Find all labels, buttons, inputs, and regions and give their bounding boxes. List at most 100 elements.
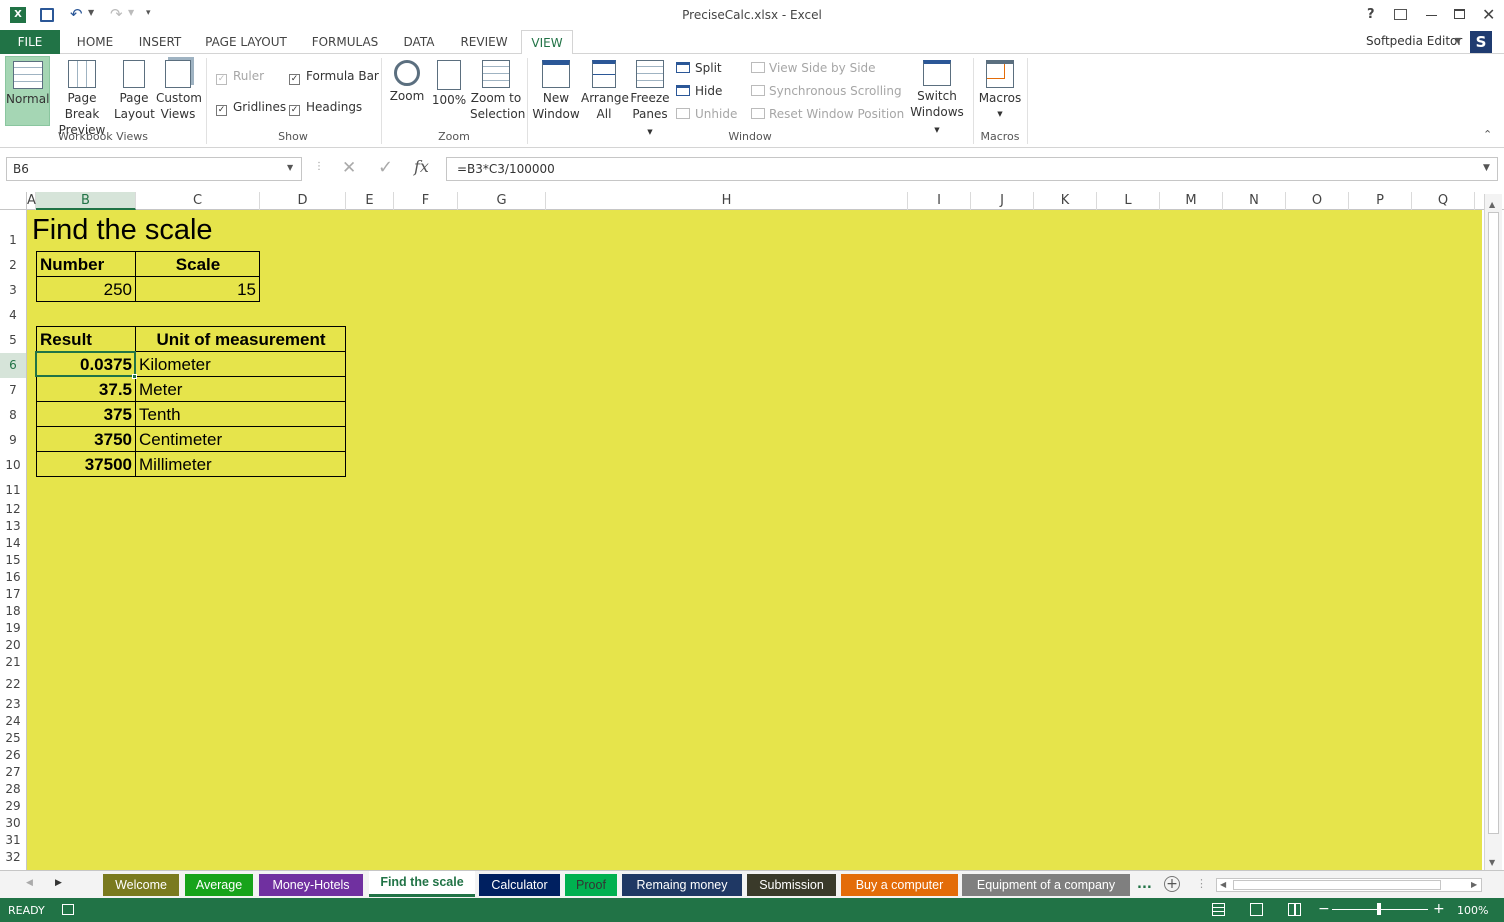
result-unit-cell[interactable]: Kilometer xyxy=(139,355,211,375)
input-cell-number[interactable]: 250 xyxy=(36,280,132,300)
row-header[interactable]: 21 xyxy=(0,654,26,671)
hide-button[interactable]: Hide xyxy=(676,83,722,99)
row-header[interactable]: 9 xyxy=(0,428,26,453)
tab-data[interactable]: DATA xyxy=(394,30,444,54)
normal-view-button[interactable]: Normal xyxy=(5,56,50,126)
insert-function-icon[interactable]: fx xyxy=(414,157,429,176)
unhide-button[interactable]: Unhide xyxy=(676,106,737,122)
maximize-icon[interactable] xyxy=(1454,9,1465,19)
close-icon[interactable]: ✕ xyxy=(1482,5,1495,24)
save-icon[interactable] xyxy=(40,8,54,22)
row-header[interactable]: 31 xyxy=(0,832,26,849)
tab-insert[interactable]: INSERT xyxy=(130,30,190,54)
scroll-down-icon[interactable]: ▼ xyxy=(1489,858,1495,867)
header-cell-result[interactable]: Result xyxy=(40,330,92,350)
view-side-by-side-button[interactable]: View Side by Side xyxy=(751,60,876,76)
row-header[interactable]: 20 xyxy=(0,637,26,654)
next-sheet-icon[interactable]: ▶ xyxy=(55,878,62,888)
column-header[interactable]: F xyxy=(394,192,458,210)
freeze-panes-button[interactable]: Freeze Panes ▼ xyxy=(628,56,672,140)
tab-view[interactable]: VIEW xyxy=(521,30,573,55)
row-header[interactable]: 5 xyxy=(0,328,26,353)
row-header[interactable]: 3 xyxy=(0,278,26,303)
row-header[interactable]: 11 xyxy=(0,482,26,499)
vertical-scrollbar[interactable]: ▲ ▼ xyxy=(1484,194,1502,870)
user-name[interactable]: Softpedia Editor xyxy=(1366,34,1462,48)
add-sheet-icon[interactable]: + xyxy=(1164,876,1180,892)
row-header[interactable]: 13 xyxy=(0,518,26,535)
ribbon-display-icon[interactable] xyxy=(1394,9,1407,20)
column-header[interactable]: J xyxy=(971,192,1034,210)
sheet-tab[interactable]: Equipment of a company xyxy=(962,874,1130,896)
row-header[interactable]: 30 xyxy=(0,815,26,832)
headings-checkbox[interactable]: ✓ Headings xyxy=(289,99,362,116)
sheet-tab[interactable]: Calculator xyxy=(479,874,560,896)
scroll-right-icon[interactable]: ▶ xyxy=(1471,880,1477,889)
column-header[interactable]: H xyxy=(546,192,908,210)
minimize-icon[interactable] xyxy=(1426,15,1437,16)
column-header[interactable]: B xyxy=(36,192,136,210)
formula-input[interactable]: =B3*C3/100000 xyxy=(446,157,1498,181)
row-header[interactable]: 15 xyxy=(0,552,26,569)
tab-page-layout[interactable]: PAGE LAYOUT xyxy=(198,30,294,54)
hscroll-thumb[interactable] xyxy=(1233,880,1441,890)
zoom-in-icon[interactable]: + xyxy=(1433,901,1445,917)
tab-review[interactable]: REVIEW xyxy=(452,30,516,54)
zoom-level[interactable]: 100% xyxy=(1457,904,1488,917)
more-sheets-button[interactable]: ... xyxy=(1137,877,1152,892)
zoom-out-icon[interactable]: − xyxy=(1318,901,1330,917)
row-header[interactable]: 28 xyxy=(0,781,26,798)
ruler-checkbox[interactable]: ✓ Ruler xyxy=(216,68,264,85)
sheet-tab[interactable]: Submission xyxy=(747,874,836,896)
page-break-preview-button[interactable]: Page Break Preview xyxy=(52,56,112,138)
tab-file[interactable]: FILE xyxy=(0,30,60,54)
new-window-button[interactable]: New Window xyxy=(532,56,580,122)
reset-window-position-button[interactable]: Reset Window Position xyxy=(751,106,904,122)
row-header[interactable]: 4 xyxy=(0,303,26,328)
column-header[interactable]: G xyxy=(458,192,546,210)
customize-qat-icon[interactable]: ▾ xyxy=(146,8,151,18)
result-value-cell[interactable]: 0.0375 xyxy=(36,355,132,375)
synchronous-scrolling-button[interactable]: Synchronous Scrolling xyxy=(751,83,902,99)
formula-bar-checkbox[interactable]: ✓ Formula Bar xyxy=(289,68,379,85)
row-header[interactable]: 29 xyxy=(0,798,26,815)
column-header[interactable]: K xyxy=(1034,192,1097,210)
sheet-tab[interactable]: Proof xyxy=(565,874,617,896)
row-header[interactable]: 26 xyxy=(0,747,26,764)
split-button[interactable]: Split xyxy=(676,60,722,76)
user-avatar[interactable]: S xyxy=(1470,31,1492,53)
help-icon[interactable]: ? xyxy=(1367,7,1375,22)
prev-sheet-icon[interactable]: ◀ xyxy=(26,878,33,888)
sheet-tab-active[interactable]: Find the scale xyxy=(369,871,475,897)
row-header[interactable]: 32 xyxy=(0,849,26,866)
column-header[interactable]: N xyxy=(1223,192,1286,210)
expand-formula-icon[interactable]: ▼ xyxy=(1483,163,1490,173)
column-header[interactable]: I xyxy=(908,192,971,210)
name-box-dropdown-icon[interactable]: ▼ xyxy=(287,163,293,172)
row-header[interactable]: 24 xyxy=(0,713,26,730)
input-cell-scale[interactable]: 15 xyxy=(136,280,256,300)
header-cell-scale[interactable]: Scale xyxy=(136,255,260,275)
row-header[interactable]: 2 xyxy=(0,253,26,278)
undo-icon[interactable]: ↶ xyxy=(70,5,83,23)
user-dropdown-icon[interactable]: ▼ xyxy=(1455,36,1461,45)
cancel-icon[interactable]: ✕ xyxy=(342,158,356,178)
enter-icon[interactable]: ✓ xyxy=(378,157,393,178)
sheet-tab[interactable]: Average xyxy=(185,874,253,896)
zoom-to-selection-button[interactable]: Zoom to Selection xyxy=(470,56,525,122)
row-header[interactable]: 7 xyxy=(0,378,26,403)
column-header[interactable]: L xyxy=(1097,192,1160,210)
row-header[interactable]: 17 xyxy=(0,586,26,603)
header-cell-number[interactable]: Number xyxy=(40,255,104,275)
row-header[interactable]: 22 xyxy=(0,676,26,693)
page-layout-status-icon[interactable] xyxy=(1250,903,1263,916)
row-header[interactable]: 16 xyxy=(0,569,26,586)
row-header[interactable]: 18 xyxy=(0,603,26,620)
result-value-cell[interactable]: 37500 xyxy=(36,455,132,475)
column-header[interactable]: A xyxy=(27,192,36,210)
sheet-title[interactable]: Find the scale xyxy=(32,214,213,247)
row-header[interactable]: 6 xyxy=(0,353,26,378)
sheet-tab[interactable]: Money-Hotels xyxy=(259,874,363,896)
zoom-slider-thumb[interactable] xyxy=(1377,903,1381,915)
zoom-button[interactable]: Zoom xyxy=(386,56,428,104)
